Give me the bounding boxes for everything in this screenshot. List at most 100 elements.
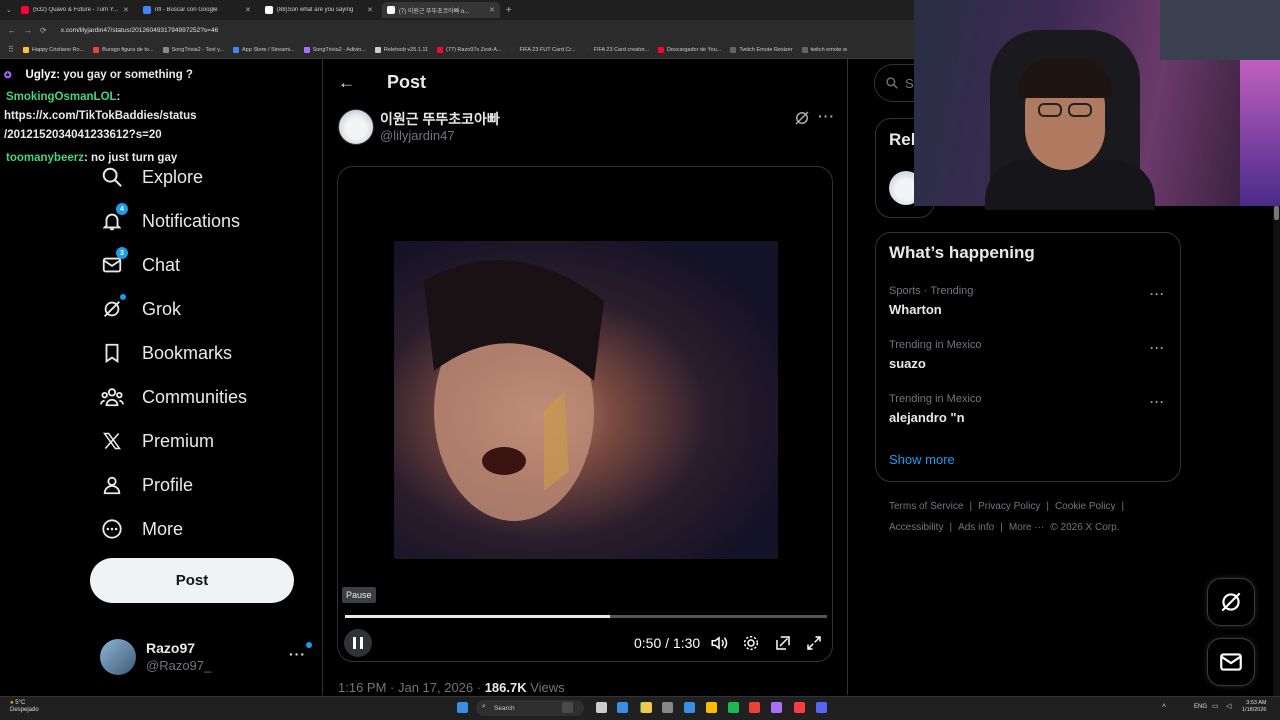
network-icon[interactable]: ▭ bbox=[1212, 702, 1219, 710]
account-avatar[interactable] bbox=[100, 639, 136, 675]
tab-close-icon[interactable]: ✕ bbox=[123, 6, 129, 14]
bookmark-item[interactable]: Happy Cristiano Ro... bbox=[22, 46, 85, 53]
browser-tab[interactable]: (532) Quavo & Future - Turn Y... ✕ bbox=[16, 2, 134, 18]
reload-icon[interactable]: ⟳ bbox=[40, 26, 47, 35]
footer-link[interactable]: Privacy Policy bbox=[978, 501, 1040, 512]
nav-item-notifications[interactable]: 4 Notifications bbox=[100, 203, 240, 236]
author-avatar[interactable] bbox=[338, 109, 374, 145]
nav-item-label: Bookmarks bbox=[142, 342, 233, 363]
back-arrow-icon[interactable]: ← bbox=[338, 73, 355, 93]
footer-link[interactable]: Terms of Service bbox=[889, 501, 963, 512]
post-more-icon[interactable]: ··· bbox=[818, 108, 835, 124]
show-more-link[interactable]: Show more bbox=[889, 452, 955, 467]
tab-close-icon[interactable]: ✕ bbox=[245, 6, 251, 14]
chrome-icon[interactable] bbox=[706, 702, 717, 713]
trend-context[interactable]: Trending in Mexico bbox=[889, 339, 982, 351]
nav-item-profile[interactable]: Profile bbox=[100, 470, 193, 500]
bookmark-item[interactable]: Descargador de You... bbox=[657, 46, 721, 53]
footer-link[interactable]: More ··· bbox=[1009, 522, 1045, 533]
post-timestamp[interactable]: 1:16 PM · Jan 17, 2026 · bbox=[338, 680, 485, 695]
author-name[interactable]: 이원근 뚜뚜초코아빠 bbox=[380, 109, 500, 129]
footer-links-row: Accessibility | Ads info | More ··· © 2026 X … bbox=[889, 522, 1119, 533]
post-button[interactable]: Post bbox=[90, 558, 294, 603]
discord-icon[interactable] bbox=[816, 702, 827, 713]
app-icon[interactable] bbox=[662, 702, 673, 713]
nav-item-communities[interactable]: Communities bbox=[100, 382, 247, 412]
tray-chevron-icon[interactable]: ˄ bbox=[1162, 703, 1166, 710]
tab-close-icon[interactable]: ✕ bbox=[489, 6, 495, 14]
account-more-icon[interactable]: ··· bbox=[289, 642, 312, 662]
nav-item-premium[interactable]: Premium bbox=[100, 426, 214, 456]
bookmark-item[interactable]: App Store / Streami... bbox=[233, 46, 295, 53]
bookmark-label: Happy Cristiano Ro... bbox=[31, 46, 85, 53]
messages-floating-button[interactable] bbox=[1207, 638, 1255, 686]
bookmark-item[interactable]: Reletoob v25.1.11 bbox=[374, 46, 428, 53]
trend-more-icon[interactable]: ··· bbox=[1150, 341, 1165, 355]
windows-start-icon[interactable] bbox=[457, 702, 468, 713]
bookmark-item[interactable]: FIFA 23 FUT Card Cr... bbox=[510, 46, 576, 53]
trend-context[interactable]: Sports · Trending bbox=[889, 285, 973, 297]
settings-gear-icon[interactable] bbox=[742, 634, 760, 652]
trend-name[interactable]: Wharton bbox=[889, 302, 942, 317]
webcam-glasses-right bbox=[1068, 103, 1092, 117]
file-explorer-icon[interactable] bbox=[641, 702, 652, 713]
search-icon bbox=[100, 165, 124, 189]
new-tab-button[interactable]: + bbox=[506, 5, 512, 16]
bookmark-item[interactable]: twitch emote w bbox=[801, 46, 847, 53]
bookmark-item[interactable]: FIFA 23 Card creator... bbox=[584, 46, 649, 53]
taskbar-clock[interactable]: 3:53 AM 1/18/2026 bbox=[1242, 700, 1266, 714]
spotify-icon[interactable] bbox=[728, 702, 739, 713]
trend-context[interactable]: Trending in Mexico bbox=[889, 393, 982, 405]
browser-tab[interactable]: (7) 이원근 뚜뚜초코아빠 o... ✕ bbox=[381, 2, 500, 18]
author-handle[interactable]: @lilyjardin47 bbox=[380, 128, 455, 143]
video-frame[interactable] bbox=[394, 241, 778, 559]
nav-item-more[interactable]: More bbox=[100, 514, 183, 544]
nav-item-grok[interactable]: Grok bbox=[100, 294, 181, 324]
fullscreen-icon[interactable] bbox=[805, 634, 823, 652]
browser-tab[interactable]: (88)Son what are you saying ✕ bbox=[260, 2, 378, 18]
speaker-icon[interactable]: ◁ bbox=[1226, 702, 1231, 710]
music-icon[interactable] bbox=[794, 702, 805, 713]
scrollbar-thumb[interactable] bbox=[1274, 206, 1279, 220]
bookmarks-container: Happy Cristiano Ro... Burago figura de to… bbox=[14, 46, 847, 53]
bookmark-item[interactable]: SongTrivia2 - Adivin... bbox=[303, 46, 366, 53]
volume-icon[interactable] bbox=[710, 634, 728, 652]
nav-item-explore[interactable]: Explore bbox=[100, 162, 203, 192]
video-progress-fill bbox=[345, 615, 610, 618]
trend-name[interactable]: suazo bbox=[889, 356, 926, 371]
task-view-icon[interactable] bbox=[562, 702, 573, 713]
footer-link[interactable]: Accessibility bbox=[889, 522, 943, 533]
scrollbar[interactable] bbox=[1273, 206, 1280, 696]
bookmark-item[interactable]: Burago figura de to... bbox=[93, 46, 154, 53]
footer-link[interactable]: Cookie Policy bbox=[1055, 501, 1116, 512]
bookmark-item[interactable]: (77) Razo97s Zest-A... bbox=[437, 46, 501, 53]
bookmark-item[interactable]: Twitch Emote Resizer bbox=[730, 46, 793, 53]
nav-item-chat[interactable]: 3 Chat bbox=[100, 247, 180, 280]
trend-name[interactable]: alejandro "n bbox=[889, 410, 965, 425]
footer-link[interactable]: Ads info bbox=[958, 522, 994, 533]
twitch-icon[interactable] bbox=[771, 702, 782, 713]
footer-link[interactable]: © 2026 X Corp. bbox=[1050, 522, 1119, 533]
pause-button[interactable] bbox=[344, 629, 372, 657]
tab-close-icon[interactable]: ✕ bbox=[367, 6, 373, 14]
trend-more-icon[interactable]: ··· bbox=[1150, 395, 1165, 409]
communities-icon bbox=[100, 385, 124, 409]
obs-icon[interactable] bbox=[749, 702, 760, 713]
bookmark-item[interactable]: SongTrivia2 - Test y... bbox=[162, 46, 224, 53]
mail-app-icon[interactable] bbox=[684, 702, 695, 713]
forward-nav-icon[interactable]: → bbox=[24, 26, 32, 35]
language-indicator[interactable]: ENG bbox=[1194, 704, 1207, 710]
nav-item-bookmarks[interactable]: Bookmarks bbox=[100, 338, 232, 368]
url-field[interactable]: x.com/lilyjardin47/status/20126049317949… bbox=[61, 27, 218, 34]
picture-in-picture-icon[interactable] bbox=[774, 634, 792, 652]
account-name[interactable]: Razo97 bbox=[146, 640, 195, 656]
back-nav-icon[interactable]: ← bbox=[8, 26, 16, 35]
grok-icon[interactable] bbox=[793, 109, 811, 132]
weather-widget[interactable]: ● 5°C Despejado bbox=[10, 700, 39, 714]
widgets-icon[interactable] bbox=[596, 702, 607, 713]
account-handle[interactable]: @Razo97_ bbox=[146, 658, 211, 673]
grok-floating-button[interactable] bbox=[1207, 578, 1255, 626]
trend-more-icon[interactable]: ··· bbox=[1150, 287, 1165, 301]
edge-icon[interactable] bbox=[617, 702, 628, 713]
browser-tab[interactable]: nfl - Buscar con Google ✕ bbox=[138, 2, 256, 18]
